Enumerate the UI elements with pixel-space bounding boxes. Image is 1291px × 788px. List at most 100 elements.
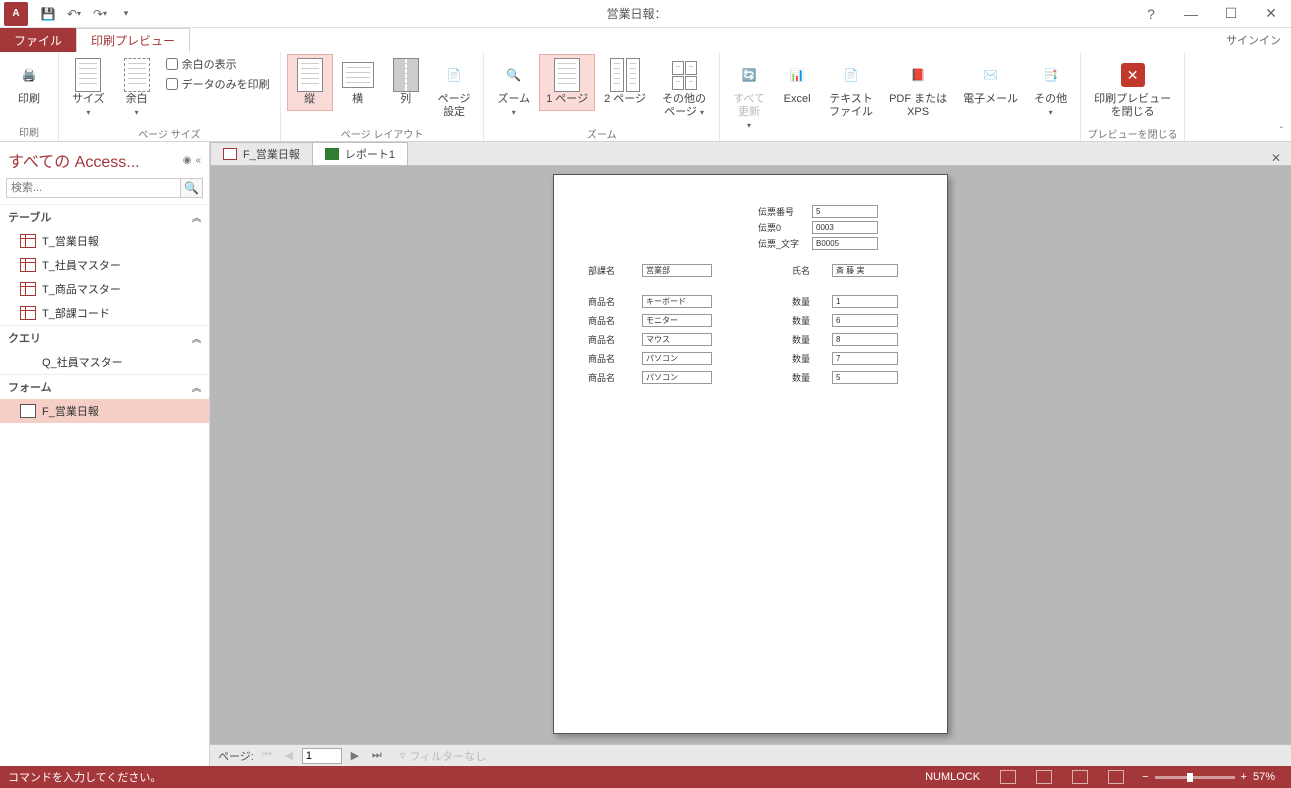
main-area: すべての Access... ◉ « 🔍 テーブル︽ T_営業日報T_社員マスタ…	[0, 142, 1291, 766]
zoom-icon: 🔍	[498, 59, 530, 91]
nav-item[interactable]: T_部課コード	[0, 301, 209, 325]
last-page-button[interactable]: ⏭	[368, 749, 386, 762]
qat-customize-icon[interactable]: ▾	[116, 4, 136, 24]
landscape-icon	[342, 59, 374, 91]
help-button[interactable]: ?	[1131, 0, 1171, 28]
doc-tab-report[interactable]: レポート1	[312, 142, 408, 165]
minimize-button[interactable]: —	[1171, 0, 1211, 28]
group-label-pagesize: ページ サイズ	[65, 124, 274, 143]
search-input[interactable]	[6, 178, 181, 198]
data-only-checkbox[interactable]: データのみを印刷	[162, 74, 274, 94]
prev-page-button[interactable]: ◀	[280, 749, 298, 762]
refresh-all-button[interactable]: 🔄 すべて 更新▾	[726, 54, 772, 138]
maximize-button[interactable]: ☐	[1211, 0, 1251, 28]
zoom-in-button[interactable]: +	[1241, 771, 1247, 783]
print-button[interactable]: 🖨️ 印刷	[6, 54, 52, 111]
preview-area[interactable]: 伝票番号5 伝票00003 伝票_文字B0005 部課名営業部 氏名斎 藤 実 …	[210, 166, 1291, 744]
nav-category-forms[interactable]: フォーム︽	[0, 374, 209, 399]
window-title: 営業日報：	[142, 5, 1131, 22]
workspace: F_営業日報 レポート1 ✕ 伝票番号5 伝票00003 伝票_文字B0005 …	[210, 142, 1291, 766]
doc-tab-form[interactable]: F_営業日報	[210, 142, 313, 165]
text-file-button[interactable]: 📄 テキスト ファイル	[822, 54, 880, 124]
close-button[interactable]: ✕	[1251, 0, 1291, 28]
dept-label: 部課名	[588, 264, 632, 277]
columns-icon	[390, 59, 422, 91]
more-pages-button[interactable]: その他の ページ ▾	[655, 54, 713, 124]
columns-button[interactable]: 列	[383, 54, 429, 111]
collapse-ribbon-icon[interactable]: ˆ	[1280, 126, 1283, 137]
zoom-button[interactable]: 🔍 ズーム▾	[490, 54, 537, 124]
pdf-xps-button[interactable]: 📕 PDF または XPS	[882, 54, 954, 124]
document-tabs: F_営業日報 レポート1 ✕	[210, 142, 1291, 166]
name-value: 斎 藤 実	[832, 264, 898, 277]
close-preview-button[interactable]: ✕ 印刷プレビュー を閉じる	[1087, 54, 1178, 124]
email-button[interactable]: ✉️ 電子メール	[956, 54, 1025, 111]
size-button[interactable]: サイズ▾	[65, 54, 112, 124]
page-setup-icon: 📄	[438, 59, 470, 91]
slip-text-label: 伝票_文字	[758, 237, 802, 250]
printer-icon: 🖨️	[13, 59, 45, 91]
quick-access-toolbar: 💾 ↶▾ ↷▾ ▾	[32, 4, 142, 24]
print-preview-tab[interactable]: 印刷プレビュー	[76, 28, 190, 52]
zoom-slider[interactable]	[1155, 776, 1235, 779]
zoom-percent: 57%	[1253, 771, 1275, 783]
landscape-button[interactable]: 横	[335, 54, 381, 111]
email-icon: ✉️	[975, 59, 1007, 91]
signin-link[interactable]: サインイン	[1216, 28, 1291, 52]
nav-item[interactable]: Q_社員マスター	[0, 350, 209, 374]
ribbon: 🖨️ 印刷 印刷 サイズ▾ 余白▾ 余白の表示 データのみを印刷 ページ サイズ	[0, 52, 1291, 142]
nav-dropdown-icon[interactable]: ◉	[183, 155, 192, 166]
form-tab-icon	[223, 148, 237, 160]
zoom-control: − + 57%	[1134, 771, 1283, 783]
next-page-button[interactable]: ▶	[346, 749, 364, 762]
margins-button[interactable]: 余白▾	[114, 54, 160, 124]
form-icon	[20, 404, 36, 418]
slip0-label: 伝票0	[758, 221, 802, 234]
save-icon[interactable]: 💾	[38, 4, 58, 24]
excel-icon: 📊	[781, 59, 813, 91]
report-row: 商品名マウス数量8	[588, 333, 913, 346]
two-pages-button[interactable]: 2 ページ	[597, 54, 653, 111]
view-report-icon[interactable]	[990, 770, 1026, 784]
table-icon	[20, 306, 36, 320]
title-bar: A 💾 ↶▾ ↷▾ ▾ 営業日報： ? — ☐ ✕	[0, 0, 1291, 28]
search-icon[interactable]: 🔍	[181, 178, 203, 198]
nav-category-queries[interactable]: クエリ︽	[0, 325, 209, 350]
view-layout-icon[interactable]	[1062, 770, 1098, 784]
nav-item[interactable]: T_社員マスター	[0, 253, 209, 277]
margins-icon	[121, 59, 153, 91]
nav-item[interactable]: T_商品マスター	[0, 277, 209, 301]
filter-indicator: ▿フィルターなし	[400, 748, 486, 764]
first-page-button[interactable]: ⏮	[258, 749, 276, 762]
table-icon	[20, 234, 36, 248]
one-page-button[interactable]: 1 ページ	[539, 54, 595, 111]
nav-collapse-icon[interactable]: «	[195, 155, 201, 166]
slip-no-label: 伝票番号	[758, 205, 802, 218]
redo-icon[interactable]: ↷▾	[90, 4, 110, 24]
undo-icon[interactable]: ↶▾	[64, 4, 84, 24]
page-number-input[interactable]	[302, 748, 342, 764]
file-tab[interactable]: ファイル	[0, 28, 76, 52]
page-label: ページ:	[218, 748, 254, 764]
ribbon-tabs: ファイル 印刷プレビュー サインイン	[0, 28, 1291, 52]
nav-category-tables[interactable]: テーブル︽	[0, 204, 209, 229]
view-print-icon[interactable]	[1026, 770, 1062, 784]
size-icon	[72, 59, 104, 91]
portrait-button[interactable]: 縦	[287, 54, 333, 111]
nav-item[interactable]: F_営業日報	[0, 399, 209, 423]
excel-button[interactable]: 📊 Excel	[774, 54, 820, 111]
portrait-icon	[294, 59, 326, 91]
window-controls: ? — ☐ ✕	[1131, 0, 1291, 28]
close-tab-icon[interactable]: ✕	[1261, 151, 1291, 165]
more-export-button[interactable]: 📑 その他▾	[1027, 54, 1074, 124]
report-row: 商品名キーボード数量1	[588, 295, 913, 308]
nav-item[interactable]: T_営業日報	[0, 229, 209, 253]
group-label-zoom: ズーム	[490, 124, 713, 143]
zoom-out-button[interactable]: −	[1142, 771, 1148, 783]
show-margin-checkbox[interactable]: 余白の表示	[162, 54, 241, 74]
nav-header[interactable]: すべての Access... ◉ «	[0, 142, 209, 178]
table-icon	[20, 282, 36, 296]
view-design-icon[interactable]	[1098, 770, 1134, 784]
page-setup-button[interactable]: 📄 ページ 設定	[431, 54, 478, 124]
pdf-icon: 📕	[902, 59, 934, 91]
